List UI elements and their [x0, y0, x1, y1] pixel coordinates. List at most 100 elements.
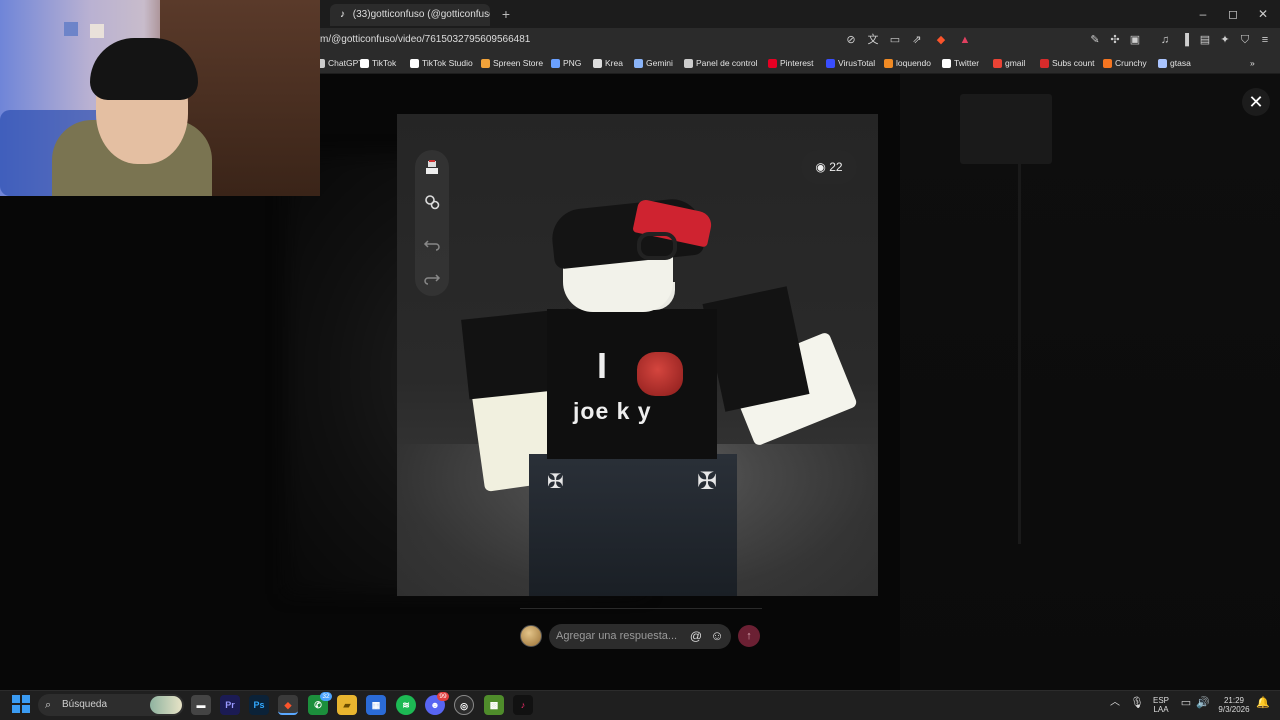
close-window-button[interactable]: ✕: [1248, 4, 1278, 24]
clock[interactable]: 21:29 9/3/2026: [1214, 696, 1254, 714]
microsoft-store-icon[interactable]: ▦: [366, 695, 386, 715]
url-field[interactable]: m/@gotticonfuso/video/761503279560956648…: [320, 32, 530, 48]
folder-icon[interactable]: ▰: [337, 695, 357, 715]
bookmark-favicon-icon: [360, 58, 369, 68]
bookmark-chatgpt[interactable]: ChatGPT: [316, 55, 363, 71]
cast-icon[interactable]: ▭: [886, 31, 904, 49]
redo-icon[interactable]: [415, 260, 449, 294]
close-viewer-button[interactable]: ✕: [1242, 88, 1270, 116]
bookmark-tiktok[interactable]: TikTok: [360, 55, 396, 71]
undo-icon[interactable]: [415, 226, 449, 260]
bookmark-label: Twitter: [954, 58, 980, 68]
brave-shield-icon[interactable]: ◆: [932, 31, 950, 49]
clock-date: 9/3/2026: [1218, 705, 1250, 714]
search-icon: ⌕: [45, 699, 52, 711]
photoshop-icon[interactable]: Ps: [249, 695, 269, 715]
bookmark-krea[interactable]: Krea: [593, 55, 623, 71]
bookmark-loquendo[interactable]: loquendo: [884, 55, 931, 71]
avatar-glasses: [637, 232, 677, 260]
bookmark-crunchy[interactable]: Crunchy: [1103, 55, 1147, 71]
bookmark-favicon-icon: [826, 58, 835, 68]
obs-icon[interactable]: ◎: [454, 695, 474, 715]
avatar-torso: [547, 309, 717, 459]
bookmark-favicon-icon: [993, 58, 1002, 68]
media-icon[interactable]: ♫: [1156, 31, 1174, 49]
spotify-icon[interactable]: ≋: [396, 695, 416, 715]
bookmark-label: PNG: [563, 58, 582, 68]
notification-bell-icon[interactable]: 🔔: [1256, 696, 1270, 710]
bookmark-favicon-icon: [1040, 58, 1049, 68]
bookmark-label: gmail: [1005, 58, 1026, 68]
gear-settings-icon[interactable]: [415, 184, 449, 218]
language-bottom: LAA: [1153, 705, 1169, 714]
brave-rewards-icon[interactable]: ▲: [956, 31, 974, 49]
volume-icon[interactable]: 🔊: [1196, 696, 1210, 710]
tiktok-taskbar-icon[interactable]: ♪: [513, 695, 533, 715]
menu-icon[interactable]: ≡: [1256, 31, 1274, 49]
bookmark-label: Panel de control: [696, 58, 758, 68]
bookmark-label: Subs count: [1052, 58, 1095, 68]
whatsapp-badge: 32: [320, 692, 332, 701]
bookmark-label: loquendo: [896, 58, 931, 68]
emoji-icon[interactable]: ☺: [709, 628, 725, 644]
blurred-sidebar-background: [900, 74, 1280, 690]
webcam-overlay: [0, 0, 320, 196]
bookmark-subs-count[interactable]: Subs count: [1040, 55, 1095, 71]
person-hair: [90, 38, 198, 100]
bookmark-spreen-store[interactable]: Spreen Store: [481, 55, 543, 71]
bookmark-panel-de-control[interactable]: Panel de control: [684, 55, 757, 71]
tool-panel: [415, 150, 449, 296]
extensions-icon[interactable]: ✣: [1106, 31, 1124, 49]
bookmark-tiktok-studio[interactable]: TikTok Studio: [410, 55, 473, 71]
send-button[interactable]: ↑: [738, 625, 760, 647]
pin-icon[interactable]: ✎: [1086, 31, 1104, 49]
discord-badge: 99: [437, 692, 449, 701]
bookmark-favicon-icon: [593, 58, 602, 68]
bookmark-label: gtasa: [1170, 58, 1191, 68]
wallet-icon[interactable]: ▤: [1196, 31, 1214, 49]
reader-off-icon[interactable]: ⊘: [842, 31, 860, 49]
shirt-text-i: I: [597, 345, 608, 386]
shirt-text-name: joe k y: [573, 398, 652, 424]
bookmark-gmail[interactable]: gmail: [993, 55, 1025, 71]
maximize-button[interactable]: ◻: [1218, 4, 1248, 24]
network-icon[interactable]: ▭: [1180, 696, 1192, 710]
eye-icon: ◉: [815, 160, 826, 174]
bookmark-gtasa[interactable]: gtasa: [1158, 55, 1191, 71]
bookmark-virustotal[interactable]: VirusTotal: [826, 55, 875, 71]
language-indicator[interactable]: ESP LAA: [1150, 696, 1172, 714]
mention-icon[interactable]: @: [688, 628, 704, 644]
bookmark-pinterest[interactable]: Pinterest: [768, 55, 814, 71]
blurred-divider: [1018, 114, 1021, 544]
leo-ai-icon[interactable]: ✦: [1216, 31, 1234, 49]
bookmark-twitter[interactable]: Twitter: [942, 55, 979, 71]
bookmark-favicon-icon: [551, 58, 560, 68]
vpn-icon[interactable]: ⛉: [1236, 31, 1254, 49]
bookmark-favicon-icon: [410, 58, 419, 68]
brave-browser-icon[interactable]: ◆: [278, 695, 298, 715]
bookmark-png[interactable]: PNG: [551, 55, 581, 71]
sidebar-icon[interactable]: ▐: [1176, 31, 1194, 49]
minecraft-icon[interactable]: ▩: [484, 695, 504, 715]
bookmarks-overflow-button[interactable]: »: [1250, 55, 1255, 71]
browser-tab[interactable]: ♪ (33)gotticonfuso (@gotticonfuso) | T: [330, 4, 490, 26]
bookmark-label: ChatGPT: [328, 58, 364, 68]
new-tab-button[interactable]: +: [498, 4, 514, 24]
bookmark-gemini[interactable]: Gemini: [634, 55, 673, 71]
microphone-icon[interactable]: 🎙: [1130, 696, 1144, 710]
translate-icon[interactable]: 文: [864, 31, 882, 49]
blurred-thumbnail: [960, 94, 1052, 164]
file-explorer-dark-icon[interactable]: ▬: [191, 695, 211, 715]
clock-time: 21:29: [1223, 696, 1245, 705]
share-icon[interactable]: ⇗: [908, 31, 926, 49]
windows-start-icon[interactable]: [12, 695, 30, 713]
avatar-viewer[interactable]: ◉ 22 ✠ ✠ I joe k y: [397, 114, 878, 596]
tray-overflow-icon[interactable]: ︿: [1109, 696, 1121, 710]
minimize-button[interactable]: –: [1188, 4, 1218, 24]
avatar-pose-icon[interactable]: [415, 150, 449, 184]
bookmark-label: Pinterest: [780, 58, 814, 68]
premiere-pro-icon[interactable]: Pr: [220, 695, 240, 715]
bookmark-label: Spreen Store: [493, 58, 544, 68]
tab-search-icon[interactable]: ▣: [1126, 31, 1144, 49]
reply-divider: [520, 608, 762, 609]
